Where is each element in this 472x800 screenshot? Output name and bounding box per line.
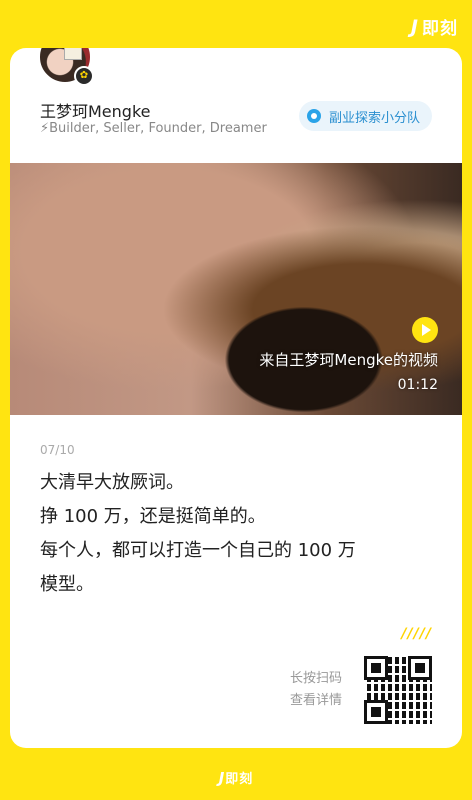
scan-hint-line1: 长按扫码 — [290, 671, 343, 686]
decorative-slashes: ///// — [401, 626, 432, 642]
post-content: 大清早大放厥词。 挣 100 万，还是挺简单的。 每个人，都可以打造一个自己的 … — [40, 466, 440, 602]
qr-code[interactable] — [364, 656, 432, 724]
post-line: 挣 100 万，还是挺简单的。 — [40, 506, 266, 527]
brand-logo-bottom: J即刻 — [0, 768, 472, 787]
user-name[interactable]: 王梦珂Mengke — [40, 98, 151, 122]
video-thumbnail[interactable]: 来自王梦珂Mengke的视频 01:12 — [10, 163, 462, 415]
post-line: 大清早大放厥词。 — [40, 472, 184, 493]
jike-logo-icon: J — [410, 15, 419, 38]
post-line: 每个人，都可以打造一个自己的 100 万 — [40, 540, 356, 561]
qr-finder — [364, 700, 388, 724]
verified-badge-icon: ✿ — [74, 66, 94, 86]
scan-hint: 长按扫码 查看详情 — [290, 668, 342, 712]
brand-name: 即刻 — [422, 19, 458, 39]
topic-chip[interactable]: 副业探索小分队 — [298, 101, 432, 131]
scan-hint-line2: 查看详情 — [290, 693, 343, 708]
topic-label: 副业探索小分队 — [328, 110, 420, 126]
post-date: 07/10 — [40, 443, 75, 457]
play-icon[interactable] — [412, 317, 438, 343]
avatar-sign: 好孕 — [64, 48, 82, 60]
post-line: 模型。 — [40, 574, 94, 595]
user-bio: ⚡Builder, Seller, Founder, Dreamer — [40, 121, 267, 136]
video-duration: 01:12 — [397, 377, 438, 393]
brand-logo-top: J 即刻 — [410, 14, 458, 40]
share-card: 好孕 ✿ 王梦珂Mengke ⚡Builder, Seller, Founder… — [10, 48, 462, 748]
qr-finder — [408, 656, 432, 680]
video-caption: 来自王梦珂Mengke的视频 — [259, 351, 438, 369]
qr-finder — [364, 656, 388, 680]
brand-name: 即刻 — [225, 772, 254, 787]
topic-icon — [306, 109, 321, 123]
